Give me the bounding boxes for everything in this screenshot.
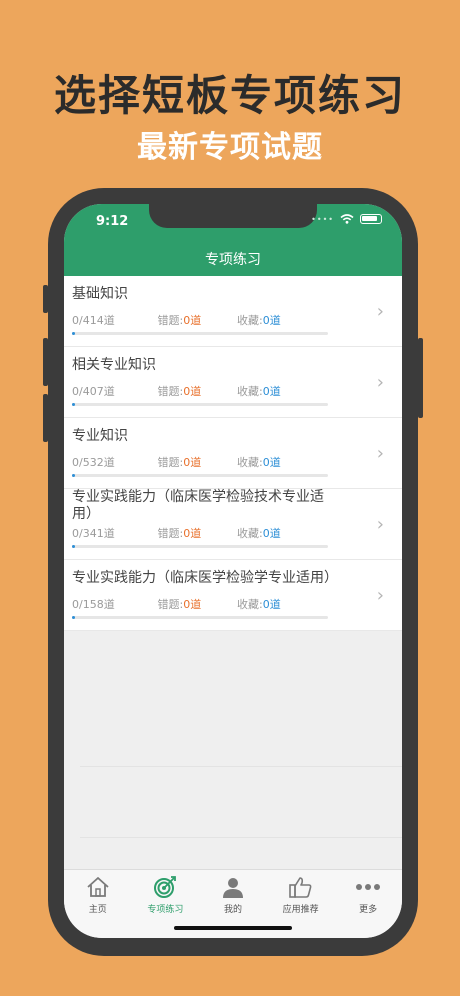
chevron-right-icon: › xyxy=(376,585,384,606)
progress-bar xyxy=(72,616,328,619)
app-bar: 9:12 •••• 专项练习 xyxy=(64,204,402,276)
progress-bar xyxy=(72,545,328,548)
phone-volume-down xyxy=(43,394,48,442)
page-title: 专项练习 xyxy=(205,252,261,268)
favorite-label: 收藏: xyxy=(237,456,263,469)
section-meta: 0/414道 错题:0道 收藏:0道 xyxy=(72,312,281,328)
question-count: 0/407道 xyxy=(72,385,115,398)
question-count: 0/158道 xyxy=(72,598,115,611)
tab-label: 应用推荐 xyxy=(282,905,319,915)
section-list: 基础知识 0/414道 错题:0道 收藏:0道 › 相关专业知识 0/407道 … xyxy=(64,276,402,631)
more-icon xyxy=(356,884,381,890)
favorite-count: 0道 xyxy=(262,527,281,540)
phone-mute-switch xyxy=(43,285,48,313)
section-item-related-knowledge[interactable]: 相关专业知识 0/407道 错题:0道 收藏:0道 › xyxy=(64,347,402,418)
tab-label: 我的 xyxy=(223,905,242,915)
favorite-count: 0道 xyxy=(262,314,281,327)
battery-icon xyxy=(360,214,382,224)
section-item-practice-tech[interactable]: 专业实践能力（临床医学检验技术专业适用） 0/341道 错题:0道 收藏:0道 … xyxy=(64,489,402,560)
favorite-label: 收藏: xyxy=(237,385,263,398)
section-title: 专业实践能力（临床医学检验学专业适用） xyxy=(72,570,338,586)
phone-power-button xyxy=(418,338,423,418)
wrong-label: 错题: xyxy=(157,456,184,469)
home-icon xyxy=(87,877,109,897)
chevron-right-icon: › xyxy=(376,372,384,393)
tab-label: 更多 xyxy=(359,905,378,915)
progress-bar xyxy=(72,403,328,406)
favorite-label: 收藏: xyxy=(237,598,263,611)
progress-fill xyxy=(72,545,75,548)
tab-home[interactable]: 主页 xyxy=(64,870,132,938)
section-title: 相关专业知识 xyxy=(72,357,156,373)
user-icon xyxy=(222,878,243,898)
tab-bar: 主页 专项练习 我的 应用推荐 更多 xyxy=(64,869,402,938)
favorite-count: 0道 xyxy=(262,456,281,469)
section-meta: 0/407道 错题:0道 收藏:0道 xyxy=(72,383,281,399)
wrong-count: 0道 xyxy=(183,385,202,398)
promo-headline: 选择短板专项练习 xyxy=(53,71,406,120)
chevron-right-icon: › xyxy=(376,301,384,322)
signal-icon: •••• xyxy=(311,214,334,224)
section-meta: 0/532道 错题:0道 收藏:0道 xyxy=(72,454,281,470)
section-meta: 0/341道 错题:0道 收藏:0道 xyxy=(72,525,281,541)
section-item-professional-knowledge[interactable]: 专业知识 0/532道 错题:0道 收藏:0道 › xyxy=(64,418,402,489)
thumbs-up-icon xyxy=(288,877,311,898)
favorite-label: 收藏: xyxy=(237,314,263,327)
phone-volume-up xyxy=(43,338,48,386)
status-time: 9:12 xyxy=(96,214,129,229)
tab-label: 主页 xyxy=(88,905,107,915)
progress-fill xyxy=(72,616,75,619)
wrong-count: 0道 xyxy=(183,527,202,540)
progress-bar xyxy=(72,474,328,477)
section-item-basic-knowledge[interactable]: 基础知识 0/414道 错题:0道 收藏:0道 › xyxy=(64,276,402,347)
question-count: 0/532道 xyxy=(72,456,115,469)
favorite-count: 0道 xyxy=(262,385,281,398)
progress-fill xyxy=(72,403,75,406)
wrong-count: 0道 xyxy=(183,314,202,327)
home-indicator xyxy=(174,926,292,930)
question-count: 0/414道 xyxy=(72,314,115,327)
section-title: 基础知识 xyxy=(72,286,128,302)
wrong-label: 错题: xyxy=(157,527,184,540)
status-icons: •••• xyxy=(311,214,382,224)
section-title: 专业知识 xyxy=(72,428,128,444)
tab-label: 专项练习 xyxy=(147,905,184,915)
target-icon xyxy=(154,876,177,898)
section-item-practice-lab[interactable]: 专业实践能力（临床医学检验学专业适用） 0/158道 错题:0道 收藏:0道 › xyxy=(64,560,402,631)
notch xyxy=(149,204,317,228)
section-meta: 0/158道 错题:0道 收藏:0道 xyxy=(72,596,281,612)
favorite-label: 收藏: xyxy=(237,527,263,540)
wrong-label: 错题: xyxy=(157,385,184,398)
chevron-right-icon: › xyxy=(376,443,384,464)
section-title: 专业实践能力（临床医学检验技术专业适用） xyxy=(72,489,324,522)
question-count: 0/341道 xyxy=(72,527,115,540)
wrong-label: 错题: xyxy=(157,314,184,327)
promo-subheadline: 最新专项试题 xyxy=(137,130,323,165)
wifi-icon xyxy=(340,214,354,224)
favorite-count: 0道 xyxy=(262,598,281,611)
wrong-label: 错题: xyxy=(157,598,184,611)
wrong-count: 0道 xyxy=(183,598,202,611)
progress-fill xyxy=(72,332,75,335)
progress-fill xyxy=(72,474,75,477)
wrong-count: 0道 xyxy=(183,456,202,469)
phone-screen: 9:12 •••• 专项练习 基础知识 0/414道 错题:0道 收藏:0道 ›… xyxy=(64,204,402,938)
chevron-right-icon: › xyxy=(376,514,384,535)
tab-more[interactable]: 更多 xyxy=(334,870,402,938)
progress-bar xyxy=(72,332,328,335)
